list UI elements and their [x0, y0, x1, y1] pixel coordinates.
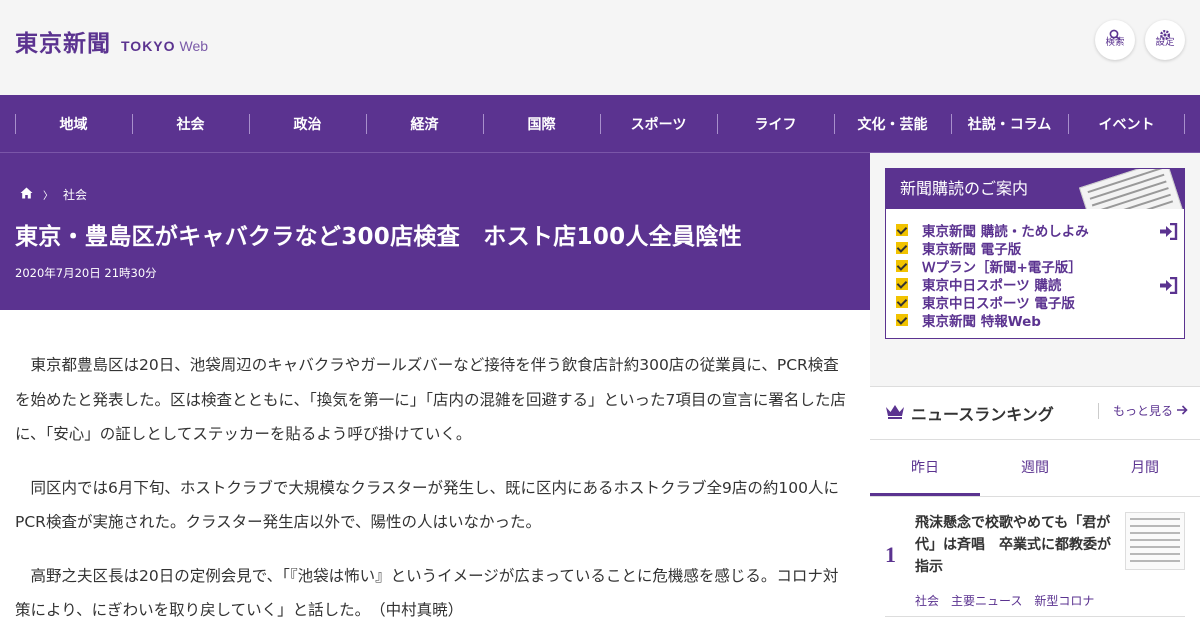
nav-item-event[interactable]: イベント [1068, 95, 1185, 152]
article-paragraph: 同区内では6月下旬、ホストクラブで大規模なクラスターが発生し、既に区内にあるホス… [15, 478, 840, 532]
site-logo[interactable]: 東京新聞 TOKYO Web [15, 24, 208, 58]
nav-item-life[interactable]: ライフ [717, 95, 834, 152]
article-paragraph: 東京都豊島区は20日、池袋周辺のキャバクラやガールズバーなど接待を伴う飲食店計約… [15, 356, 846, 443]
subscription-item-label: 東京新聞 電子版 [922, 242, 1022, 258]
nav-item-culture[interactable]: 文化・芸能 [834, 95, 951, 152]
breadcrumb-separator: 〉 [43, 191, 53, 202]
subscription-item[interactable]: 東京新聞 電子版 [896, 239, 1184, 258]
subscription-list: 東京新聞 購読・ためしよみ 東京新聞 電子版 Ｗプラン［新聞+電子版］ 東京中日… [886, 209, 1184, 330]
newspaper-icon [1078, 169, 1184, 209]
subscription-box: 新聞購読のご案内 東京新聞 購読・ためしよみ 東京新聞 電子版 Ｗプラン［新聞+… [885, 168, 1185, 339]
subscription-item[interactable]: Ｗプラン［新聞+電子版］ [896, 257, 1184, 276]
nav-item-economy[interactable]: 経済 [366, 95, 483, 152]
subscription-item[interactable]: 東京新聞 特報Web [896, 311, 1184, 330]
breadcrumb: 〉 社会 [20, 186, 87, 203]
ranking-tabs: 昨日 週間 月間 [870, 439, 1200, 497]
check-icon [896, 296, 908, 308]
more-link-label: もっと見る [1113, 404, 1174, 418]
subscription-item-label: 東京中日スポーツ 電子版 [922, 296, 1075, 312]
search-button[interactable]: 検索 [1095, 20, 1135, 60]
gear-icon [1145, 20, 1185, 40]
subscription-item-label: 東京中日スポーツ 購読 [922, 278, 1062, 294]
settings-button[interactable]: 設定 [1145, 20, 1185, 60]
more-link[interactable]: もっと見る [1098, 403, 1188, 419]
ranking-number: 1 [885, 542, 896, 567]
tab-weekly[interactable]: 週間 [980, 440, 1090, 496]
subscription-heading: 新聞購読のご案内 [886, 169, 1184, 209]
check-icon [896, 314, 908, 326]
nav-item-politics[interactable]: 政治 [249, 95, 366, 152]
check-icon [896, 242, 908, 254]
tag-link[interactable]: 社会 [915, 592, 939, 609]
logo-tokyo: TOKYO [121, 38, 176, 54]
home-icon[interactable] [20, 187, 33, 202]
news-ranking: ニュースランキング もっと見る 昨日 週間 月間 1 飛沫懸念で校歌やめても「君… [870, 386, 1200, 630]
logo-kanji: 東京新聞 [15, 30, 111, 57]
check-icon [896, 278, 908, 290]
search-label: 検索 [1105, 37, 1125, 48]
search-icon [1095, 20, 1135, 41]
ranking-heading: ニュースランキング [885, 401, 1054, 425]
subscription-item[interactable]: 東京中日スポーツ 電子版 [896, 293, 1184, 312]
crown-icon [885, 403, 905, 423]
nav-item-sports[interactable]: スポーツ [600, 95, 717, 152]
nav-item-international[interactable]: 国際 [483, 95, 600, 152]
ranking-item-title[interactable]: 飛沫懸念で校歌やめても「君が代」は斉唱 卒業式に都教委が指示 [915, 512, 1115, 578]
nav-item-region[interactable]: 地域 [15, 95, 132, 152]
site-header: 東京新聞 TOKYO Web 検索 設定 [0, 0, 1200, 95]
article-title: 東京・豊島区がキャバクラなど300店検査 ホスト店100人全員陰性 [15, 224, 742, 250]
article-paragraph: 高野之夫区長は20日の定例会見で、「『池袋は怖い』というイメージが広まっているこ… [15, 566, 839, 620]
sidebar: 新聞購読のご案内 東京新聞 購読・ためしよみ 東京新聞 電子版 Ｗプラン［新聞+… [870, 153, 1200, 630]
ranking-thumbnail[interactable] [1125, 512, 1185, 570]
subscription-item-label: 東京新聞 特報Web [922, 314, 1041, 330]
ranking-item[interactable]: 1 飛沫懸念で校歌やめても「君が代」は斉唱 卒業式に都教委が指示 社会 主要ニュ… [885, 512, 1185, 617]
logo-web: Web [179, 38, 209, 54]
breadcrumb-society[interactable]: 社会 [63, 186, 87, 203]
subscription-heading-text: 新聞購読のご案内 [900, 179, 1029, 198]
article-body: 東京都豊島区は20日、池袋周辺のキャバクラやガールズバーなど接待を伴う飲食店計約… [0, 310, 870, 630]
tab-monthly[interactable]: 月間 [1090, 440, 1200, 496]
tag-link[interactable]: 新型コロナ [1034, 592, 1094, 609]
ranking-tags: 社会 主要ニュース 新型コロナ [915, 592, 1106, 609]
subscription-item[interactable]: 東京中日スポーツ 購読 [896, 275, 1184, 295]
nav-item-society[interactable]: 社会 [132, 95, 249, 152]
settings-label: 設定 [1155, 37, 1175, 48]
tab-yesterday[interactable]: 昨日 [870, 440, 980, 496]
article-header: 〉 社会 東京・豊島区がキャバクラなど300店検査 ホスト店100人全員陰性 2… [0, 153, 870, 310]
tag-link[interactable]: 主要ニュース [951, 592, 1022, 609]
subscription-item-label: 東京新聞 購読・ためしよみ [922, 224, 1089, 240]
ranking-title: ニュースランキング [911, 405, 1054, 424]
subscription-item[interactable]: 東京新聞 購読・ためしよみ [896, 221, 1184, 241]
check-icon [896, 260, 908, 272]
arrow-right-icon [1176, 404, 1188, 418]
subscription-item-label: Ｗプラン［新聞+電子版］ [922, 260, 1082, 276]
article-date: 2020年7月20日 21時30分 [15, 266, 157, 280]
main-nav: 地域 社会 政治 経済 国際 スポーツ ライフ 文化・芸能 社説・コラム イベン… [0, 95, 1200, 153]
nav-item-editorial[interactable]: 社説・コラム [951, 95, 1068, 152]
check-icon [896, 224, 908, 236]
